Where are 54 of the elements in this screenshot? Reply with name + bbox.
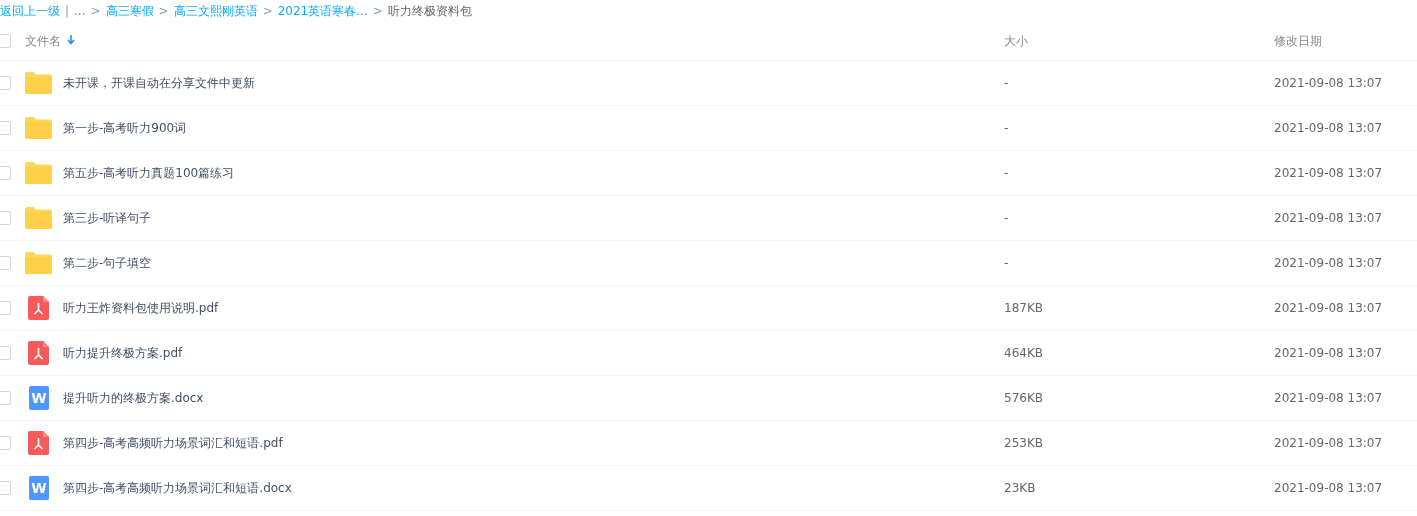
modified-date: 2021-09-08 13:07	[1274, 121, 1383, 135]
row-checkbox[interactable]	[0, 391, 11, 405]
sort-arrow-icon	[67, 34, 75, 45]
current-folder: 听力终极资料包	[387, 2, 472, 20]
separator-text: >	[262, 4, 273, 18]
file-name[interactable]: 第一步-高考听力900词	[63, 119, 187, 137]
file-size: 23KB	[1004, 481, 1036, 495]
file-size: 187KB	[1004, 301, 1043, 315]
row-checkbox[interactable]	[0, 76, 11, 90]
file-name[interactable]: 听力提升终极方案.pdf	[63, 344, 183, 362]
row-checkbox[interactable]	[0, 166, 11, 180]
file-size: 253KB	[1004, 436, 1043, 450]
ellipsis-text: ...	[74, 4, 86, 18]
row-checkbox[interactable]	[0, 121, 11, 135]
file-size: 464KB	[1004, 346, 1043, 360]
row-checkbox[interactable]	[0, 301, 11, 315]
row-checkbox[interactable]	[0, 346, 11, 360]
file-size: -	[1004, 121, 1009, 135]
file-size: -	[1004, 76, 1009, 90]
row-checkbox[interactable]	[0, 211, 11, 225]
separator-text: >	[372, 4, 383, 18]
column-header[interactable]: 修改日期	[1274, 32, 1322, 50]
file-name[interactable]: 第五步-高考听力真题100篇练习	[63, 164, 235, 182]
modified-date: 2021-09-08 13:07	[1274, 436, 1383, 450]
modified-date: 2021-09-08 13:07	[1274, 391, 1383, 405]
file-name[interactable]: 未开课，开课自动在分享文件中更新	[63, 74, 255, 92]
row-checkbox[interactable]	[0, 256, 11, 270]
file-size: -	[1004, 256, 1009, 270]
file-name[interactable]: 第四步-高考高频听力场景词汇和短语.pdf	[63, 434, 283, 452]
modified-date: 2021-09-08 13:07	[1274, 211, 1383, 225]
modified-date: 2021-09-08 13:07	[1274, 256, 1383, 270]
file-name[interactable]: 第四步-高考高频听力场景词汇和短语.docx	[63, 479, 292, 497]
file-size: -	[1004, 166, 1009, 180]
divider-text: |	[65, 4, 70, 18]
modified-date: 2021-09-08 13:07	[1274, 346, 1383, 360]
file-name[interactable]: 第二步-句子填空	[63, 254, 152, 272]
separator-text: >	[158, 4, 169, 18]
row-checkbox[interactable]	[0, 436, 11, 450]
modified-date: 2021-09-08 13:07	[1274, 166, 1383, 180]
select-all-checkbox[interactable]	[0, 34, 11, 48]
file-size: -	[1004, 211, 1009, 225]
modified-date: 2021-09-08 13:07	[1274, 301, 1383, 315]
modified-date: 2021-09-08 13:07	[1274, 76, 1383, 90]
file-name[interactable]: 提升听力的终极方案.docx	[63, 389, 204, 407]
file-name[interactable]: 听力王炸资料包使用说明.pdf	[63, 299, 219, 317]
separator-text: >	[90, 4, 101, 18]
column-header[interactable]: 文件名	[25, 32, 75, 50]
modified-date: 2021-09-08 13:07	[1274, 481, 1383, 495]
word-file-icon: W	[29, 386, 49, 410]
file-size: 576KB	[1004, 391, 1043, 405]
file-name[interactable]: 第三步-听译句子	[63, 209, 152, 227]
word-file-icon: W	[29, 476, 49, 500]
column-header[interactable]: 大小	[1004, 32, 1028, 50]
row-checkbox[interactable]	[0, 481, 11, 495]
